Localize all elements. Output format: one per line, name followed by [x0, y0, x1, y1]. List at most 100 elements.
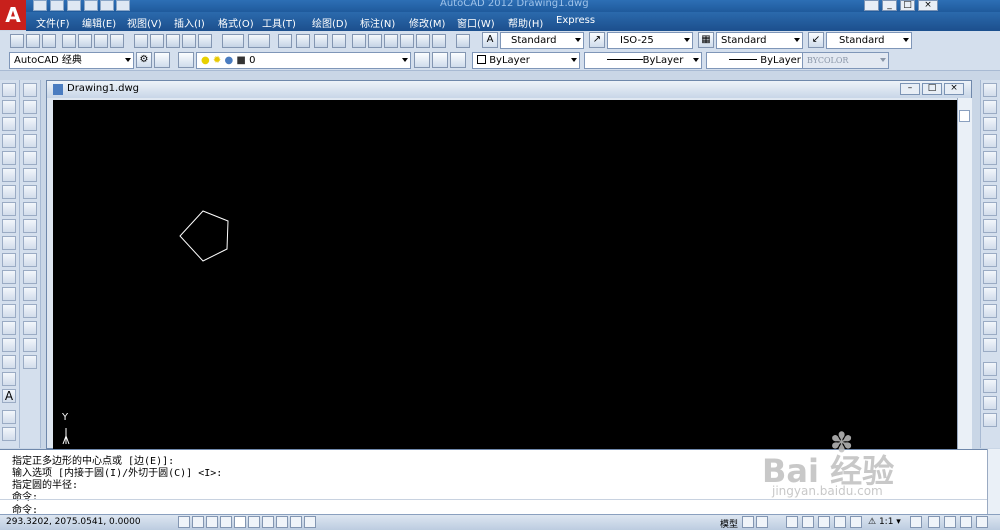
- layer-select[interactable]: ● ✹ ● ■ 0: [196, 52, 411, 69]
- zoom-status-icon[interactable]: [802, 516, 814, 528]
- polygon-icon[interactable]: [2, 134, 16, 148]
- menu-express[interactable]: Express: [556, 15, 595, 26]
- zoom-previous-icon[interactable]: [332, 34, 346, 48]
- arc-icon[interactable]: [2, 168, 16, 182]
- join-icon[interactable]: [983, 287, 997, 301]
- design-center-icon[interactable]: [368, 34, 382, 48]
- menu-insert[interactable]: 插入(I): [174, 15, 205, 30]
- make-block-icon[interactable]: [2, 287, 16, 301]
- vertical-scrollbar[interactable]: [957, 98, 972, 450]
- properties-icon[interactable]: [352, 34, 366, 48]
- make-object-layer-current-icon[interactable]: [414, 52, 430, 68]
- coordinate-readout[interactable]: 293.3202, 2075.0541, 0.0000: [6, 517, 141, 527]
- paste-special-icon[interactable]: [182, 34, 196, 48]
- draworder-back-icon[interactable]: [983, 379, 997, 393]
- ellipse-arc-icon[interactable]: [2, 253, 16, 267]
- zoom-window-icon[interactable]: [314, 34, 328, 48]
- construction-line-icon[interactable]: [2, 100, 16, 114]
- toolbar-lock-icon[interactable]: [944, 516, 956, 528]
- layout-icon[interactable]: [756, 516, 768, 528]
- showmotion-icon[interactable]: [834, 516, 846, 528]
- line-icon[interactable]: [2, 83, 16, 97]
- polyline-icon[interactable]: [2, 117, 16, 131]
- plot-icon[interactable]: [62, 34, 76, 48]
- new-icon[interactable]: [33, 0, 47, 11]
- menu-tools[interactable]: 工具(T): [262, 15, 296, 30]
- minimize-button[interactable]: _: [882, 0, 897, 11]
- dim-style-icon[interactable]: ↗: [589, 32, 605, 48]
- mleader-style-icon[interactable]: ↙: [808, 32, 824, 48]
- erase-icon[interactable]: [23, 83, 37, 97]
- ortho-mode-icon[interactable]: [206, 516, 218, 528]
- extend-icon[interactable]: [23, 253, 37, 267]
- offset-icon[interactable]: [983, 134, 997, 148]
- publish-icon[interactable]: [94, 34, 108, 48]
- drawing-minimize-button[interactable]: –: [900, 83, 920, 95]
- command-scrollbar-track[interactable]: [987, 449, 1000, 514]
- array-icon[interactable]: [23, 151, 37, 165]
- trim-icon[interactable]: [23, 236, 37, 250]
- menu-dimension[interactable]: 标注(N): [360, 15, 395, 30]
- workspace-select[interactable]: AutoCAD 经典: [9, 52, 134, 69]
- scroll-thumb[interactable]: [959, 110, 970, 122]
- rectangle-icon[interactable]: [2, 151, 16, 165]
- restore-button[interactable]: □: [900, 0, 915, 11]
- drawing-canvas[interactable]: Y: [53, 100, 957, 450]
- paste-icon[interactable]: [166, 34, 180, 48]
- gradient-icon[interactable]: [2, 338, 16, 352]
- chamfer-icon[interactable]: [23, 321, 37, 335]
- object-snap-tracking-icon[interactable]: [262, 516, 274, 528]
- mirror-icon[interactable]: [983, 117, 997, 131]
- dimension-aligned-icon[interactable]: [2, 427, 16, 441]
- color-select[interactable]: ByLayer: [472, 52, 580, 69]
- grid-display-icon[interactable]: [192, 516, 204, 528]
- qnew-icon[interactable]: [10, 34, 24, 48]
- move-icon[interactable]: [23, 168, 37, 182]
- extend-icon[interactable]: [983, 253, 997, 267]
- quickcalc-icon[interactable]: [432, 34, 446, 48]
- undo-icon[interactable]: [222, 34, 244, 48]
- print-icon[interactable]: [84, 0, 98, 11]
- workspace-switching-icon[interactable]: [928, 516, 940, 528]
- markup-icon[interactable]: [416, 34, 430, 48]
- dimension-linear-icon[interactable]: [2, 410, 16, 424]
- ellipse-icon[interactable]: [2, 236, 16, 250]
- annotation-scale[interactable]: ⚠ 1:1 ▾: [868, 517, 901, 527]
- copy-object-icon[interactable]: [23, 100, 37, 114]
- menu-edit[interactable]: 编辑(E): [82, 15, 116, 30]
- copy-object-icon[interactable]: [983, 100, 997, 114]
- fillet-icon[interactable]: [983, 321, 997, 335]
- save-icon[interactable]: [42, 34, 56, 48]
- sheet-set-icon[interactable]: [400, 34, 414, 48]
- open-icon[interactable]: [26, 34, 40, 48]
- break-icon[interactable]: [983, 270, 997, 284]
- workspace-save-icon[interactable]: [154, 52, 170, 68]
- point-icon[interactable]: [2, 304, 16, 318]
- model-layout-icon[interactable]: [742, 516, 754, 528]
- mirror-icon[interactable]: [23, 117, 37, 131]
- circle-icon[interactable]: [2, 185, 16, 199]
- model-tab[interactable]: 模型: [720, 517, 738, 530]
- redo-icon[interactable]: [116, 0, 130, 11]
- menu-help[interactable]: 帮助(H): [508, 15, 543, 30]
- linetype-select[interactable]: ByLayer: [584, 52, 702, 69]
- polar-tracking-icon[interactable]: [220, 516, 232, 528]
- drawing-close-button[interactable]: ×: [944, 83, 964, 95]
- match-properties-icon[interactable]: [198, 34, 212, 48]
- snap-mode-icon[interactable]: [178, 516, 190, 528]
- annotation-visibility-icon[interactable]: [850, 516, 862, 528]
- table-icon[interactable]: [2, 372, 16, 386]
- dim-style-select[interactable]: ISO-25: [607, 32, 693, 49]
- stretch-icon[interactable]: [983, 219, 997, 233]
- break-at-point-icon[interactable]: [23, 270, 37, 284]
- mleader-style-select[interactable]: Standard: [826, 32, 912, 49]
- draworder-under-icon[interactable]: [983, 413, 997, 427]
- menu-file[interactable]: 文件(F): [36, 15, 70, 30]
- spline-icon[interactable]: [2, 219, 16, 233]
- draworder-front-icon[interactable]: [983, 362, 997, 376]
- object-snap-icon[interactable]: [234, 516, 246, 528]
- hatch-icon[interactable]: [2, 321, 16, 335]
- isolate-objects-icon[interactable]: [960, 516, 972, 528]
- scale-icon[interactable]: [983, 202, 997, 216]
- help-search-icon[interactable]: [864, 0, 879, 11]
